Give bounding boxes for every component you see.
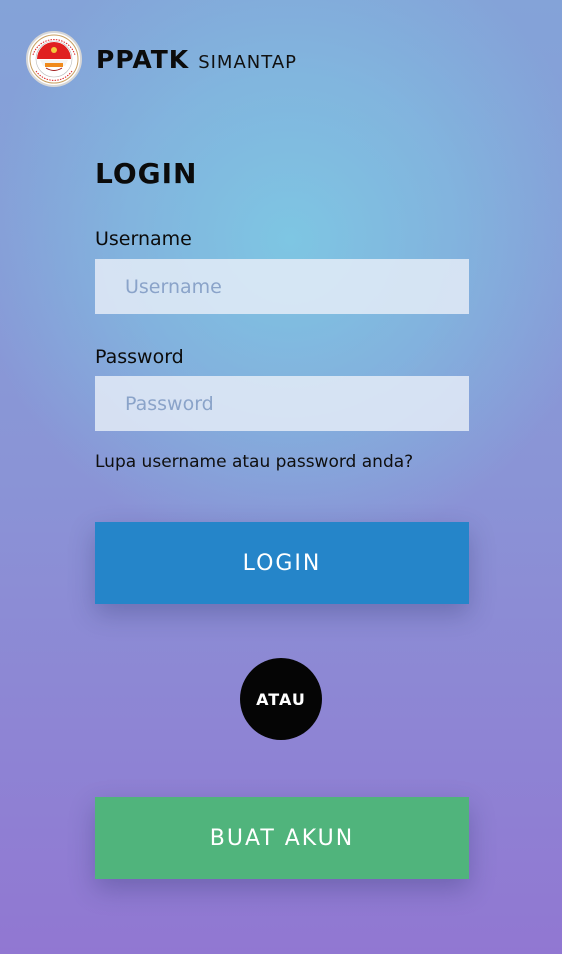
username-input[interactable]	[95, 259, 469, 314]
forgot-password-link[interactable]: Lupa username atau password anda?	[95, 452, 413, 472]
create-account-button[interactable]: BUAT AKUN	[95, 797, 469, 879]
login-button[interactable]: LOGIN	[95, 522, 469, 604]
brand: PPATK SIMANTAP	[96, 45, 297, 74]
username-label: Username	[95, 228, 192, 250]
ppatk-logo-icon	[26, 31, 82, 87]
login-heading: LOGIN	[95, 157, 198, 190]
password-input[interactable]	[95, 376, 469, 431]
brand-subtitle: SIMANTAP	[198, 51, 297, 73]
or-divider-badge: ATAU	[240, 658, 322, 740]
password-label: Password	[95, 346, 184, 368]
brand-title: PPATK	[96, 44, 190, 74]
app-header: PPATK SIMANTAP	[26, 31, 297, 87]
login-screen: PPATK SIMANTAP LOGIN Username Password L…	[0, 0, 562, 954]
